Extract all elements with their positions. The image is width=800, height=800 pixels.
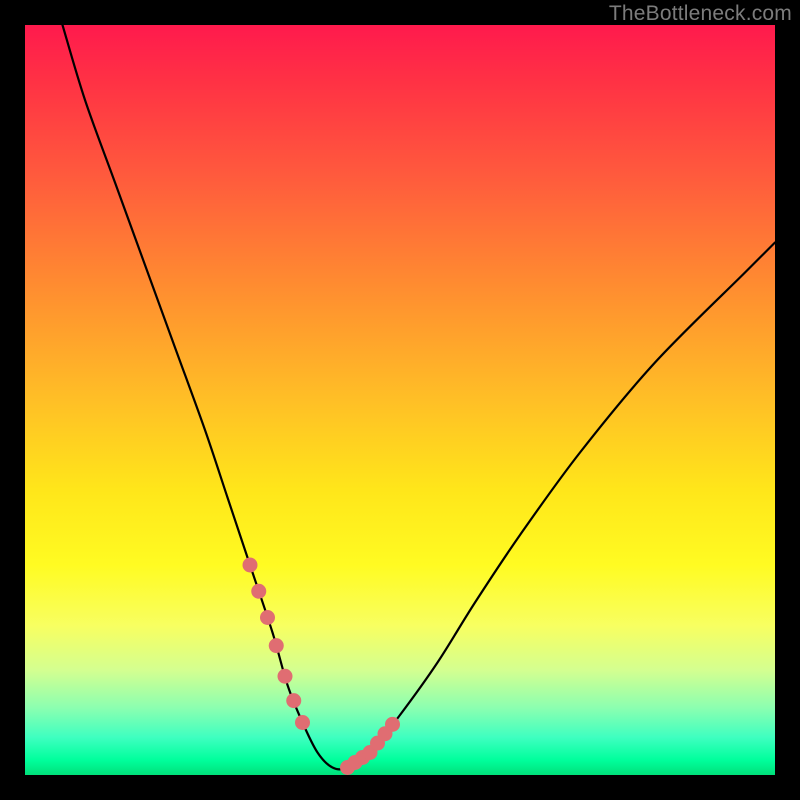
- highlight-dot: [269, 638, 284, 653]
- highlight-dot: [243, 558, 258, 573]
- highlight-dots: [243, 558, 401, 776]
- highlight-dot: [278, 669, 293, 684]
- watermark-text: TheBottleneck.com: [609, 2, 792, 26]
- highlight-dot: [385, 717, 400, 732]
- curve-layer: [25, 25, 775, 775]
- highlight-dot: [295, 715, 310, 730]
- plot-area: [25, 25, 775, 775]
- highlight-dot: [251, 584, 266, 599]
- highlight-dot: [286, 693, 301, 708]
- highlight-dot: [260, 610, 275, 625]
- bottleneck-curve-path: [63, 25, 776, 769]
- outer-frame: TheBottleneck.com: [0, 0, 800, 800]
